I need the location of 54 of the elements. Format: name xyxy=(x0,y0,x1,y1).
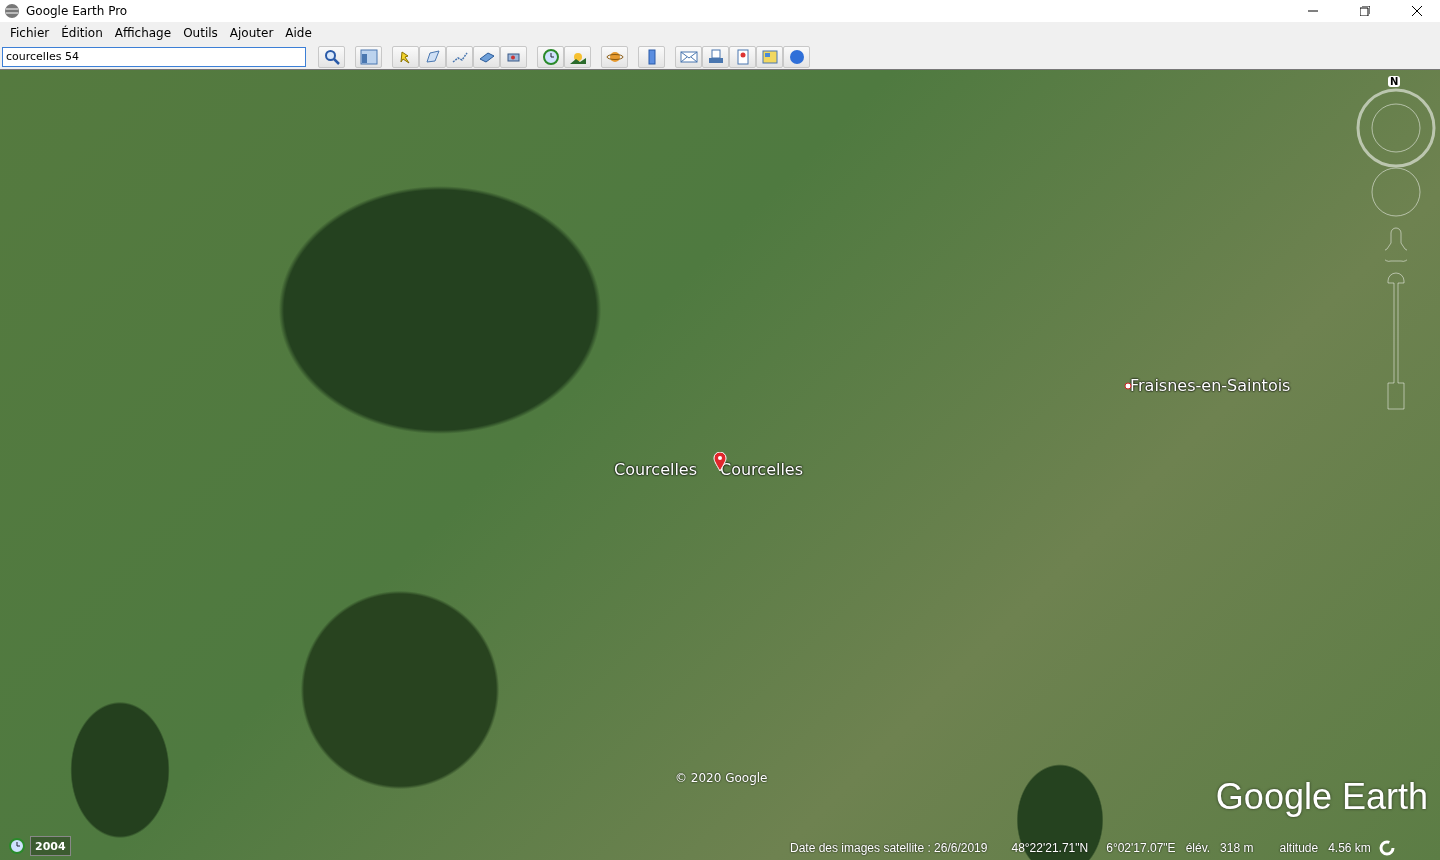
menu-item[interactable]: Aide xyxy=(279,24,318,42)
compass-north-label: N xyxy=(1388,76,1401,87)
imagery-date-text: Date des images satellite : 26/6/2019 xyxy=(790,841,988,855)
elevation-label: élév. xyxy=(1185,841,1211,855)
look-joystick-icon[interactable] xyxy=(1370,166,1422,218)
globe-logo-icon xyxy=(4,3,20,19)
toolbar-button[interactable] xyxy=(675,45,702,68)
toolbar-button[interactable] xyxy=(355,45,382,68)
mail-icon xyxy=(679,48,698,65)
toolbar-button[interactable] xyxy=(500,45,527,68)
toolbar-button[interactable] xyxy=(783,45,810,68)
toolbar-button[interactable] xyxy=(756,45,783,68)
window-title: Google Earth Pro xyxy=(26,4,129,18)
clock-icon[interactable] xyxy=(9,838,25,854)
toolbar-button[interactable] xyxy=(729,45,756,68)
menu-item[interactable]: Ajouter xyxy=(223,24,280,42)
toolbar-button[interactable] xyxy=(564,45,591,68)
search-field[interactable]: courcelles 54 xyxy=(2,46,306,67)
polygon-add-icon xyxy=(423,48,442,65)
zoom-slider-icon[interactable] xyxy=(1386,271,1406,411)
toolbar-button[interactable] xyxy=(638,45,665,68)
compass-ring-icon[interactable] xyxy=(1356,88,1436,168)
loading-ring-icon xyxy=(1378,840,1395,856)
placemark-label: Courcelles xyxy=(720,460,804,479)
toolbar-button[interactable] xyxy=(537,45,564,68)
menu-item[interactable]: Affichage xyxy=(108,24,178,42)
globe-icon xyxy=(787,48,806,65)
menu-item[interactable]: Outils xyxy=(177,24,224,42)
toolbar-button[interactable] xyxy=(601,45,628,68)
toolbar-button[interactable] xyxy=(702,45,729,68)
latitude-text: 48°22'21.71"N xyxy=(1011,841,1089,855)
google-earth-logo: Google Earth xyxy=(1215,776,1428,818)
menu-item[interactable]: Édition xyxy=(55,24,109,42)
clock-icon xyxy=(541,48,560,65)
restore-icon xyxy=(1360,6,1370,16)
placemark-dot-icon[interactable] xyxy=(1124,382,1132,390)
longitude-text: 6°02'17.07"E xyxy=(1106,841,1176,855)
altitude-label: altitude xyxy=(1279,841,1319,855)
toolbar-button[interactable] xyxy=(419,45,446,68)
toolbar-button[interactable] xyxy=(473,45,500,68)
altitude-text: 4.56 km xyxy=(1328,841,1371,855)
image-icon xyxy=(760,48,779,65)
placemark-label: Courcelles xyxy=(614,460,698,479)
menu-item[interactable]: Fichier xyxy=(4,24,56,42)
elevation-text: 318 m xyxy=(1220,841,1254,855)
placemark-label: Fraisnes-en-Saintois xyxy=(1130,376,1291,395)
toolbar-button[interactable] xyxy=(446,45,473,68)
sidebar-icon xyxy=(359,48,378,65)
copyright-text: © 2020 Google xyxy=(675,771,768,785)
print-icon xyxy=(706,48,725,65)
toolbar-button[interactable] xyxy=(392,45,419,68)
close-icon xyxy=(1412,6,1422,16)
search-button[interactable] xyxy=(318,45,345,68)
historical-imagery-year[interactable]: 2004 xyxy=(30,836,71,856)
